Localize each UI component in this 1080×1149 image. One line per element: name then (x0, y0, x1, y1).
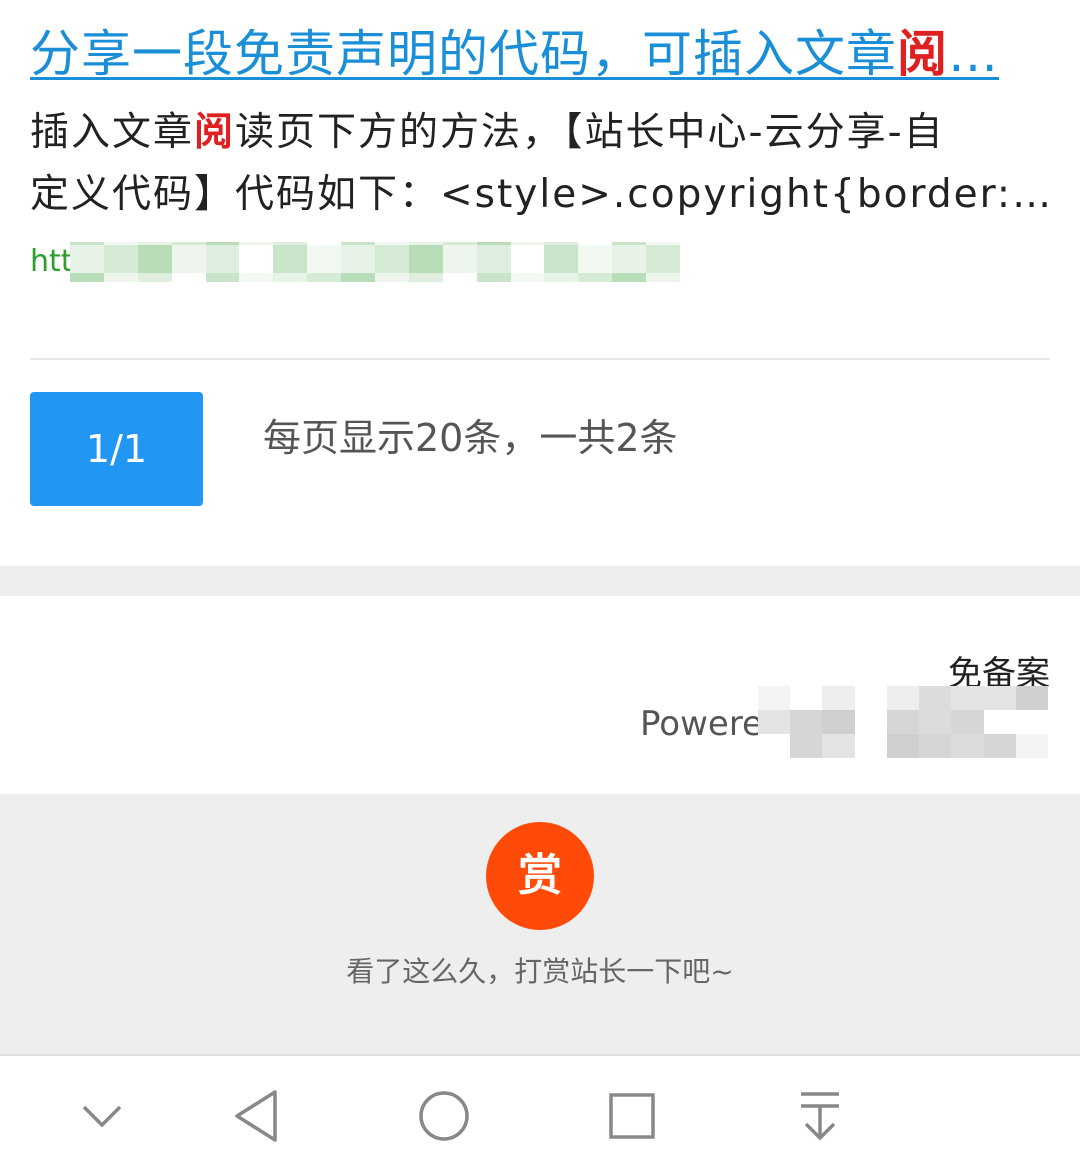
powered-by-text: Powered by (640, 704, 1050, 744)
reward-prompt: 看了这么久，打赏站长一下吧~ (346, 955, 734, 988)
mosaic-cell (544, 242, 579, 245)
mosaic-cell (578, 242, 613, 245)
pagination-info: 每页显示20条，一共2条 (263, 416, 678, 460)
system-navigation-bar (0, 1054, 1080, 1149)
chevron-down-icon[interactable] (72, 1086, 132, 1146)
mosaic-cell (544, 272, 579, 282)
title-highlight: 阅 (897, 25, 948, 83)
result-url[interactable]: http://www.lo00.cn/reade.html (30, 242, 1050, 282)
mosaic-cell (646, 245, 680, 273)
mosaic-cell (612, 272, 647, 282)
mosaic-cell (646, 272, 680, 282)
title-text: 分享一段免责声明的代码，可插入文章 (30, 25, 897, 83)
snippet-text: 插入文章 (30, 110, 195, 155)
snippet-highlight: 阅 (194, 110, 236, 155)
reward-button[interactable]: 赏 (486, 822, 594, 930)
section-separator (0, 566, 1080, 596)
icp-label: 免备案 (948, 654, 1050, 694)
result-snippet: 插入文章阅读页下方的方法，【站长中心-云分享-自 定义代码】代码如下：<styl… (30, 102, 1050, 226)
reward-section: 赏 看了这么久，打赏站长一下吧~ (0, 794, 1080, 1054)
title-ellipsis: … (948, 25, 999, 83)
home-circle-icon[interactable] (414, 1086, 474, 1146)
mosaic-cell (612, 242, 647, 245)
page: 分享一段免责声明的代码，可插入文章阅… 插入文章阅读页下方的方法，【站长中心-云… (0, 0, 1080, 1149)
footer: 免备案 Powered by (0, 596, 1080, 794)
snippet-line-1: 插入文章阅读页下方的方法，【站长中心-云分享-自 (30, 102, 1050, 164)
divider (30, 358, 1050, 360)
mosaic-cell (510, 245, 545, 273)
mosaic-cell (578, 245, 613, 273)
result-url-text: http://www.lo00.cn/reade.html (30, 244, 487, 279)
recents-square-icon[interactable] (602, 1086, 662, 1146)
mosaic-cell (646, 242, 680, 245)
back-triangle-icon[interactable] (226, 1086, 286, 1146)
result-title-link[interactable]: 分享一段免责声明的代码，可插入文章阅… (30, 18, 1050, 90)
page-indicator-button[interactable]: 1/1 (30, 392, 203, 506)
search-result: 分享一段免责声明的代码，可插入文章阅… 插入文章阅读页下方的方法，【站长中心-云… (30, 18, 1050, 282)
powered-by-label: Powered by (640, 704, 838, 744)
snippet-text-rest: 读页下方的方法，【站长中心-云分享-自 (235, 110, 945, 155)
snippet-line-2: 定义代码】代码如下：<style>.copyright{border:… (30, 172, 1050, 217)
mosaic-cell (544, 245, 579, 273)
mosaic-cell (510, 242, 545, 245)
mosaic-cell (510, 272, 545, 282)
mosaic-cell (578, 272, 613, 282)
mosaic-cell (612, 245, 647, 273)
download-icon[interactable] (790, 1086, 850, 1146)
